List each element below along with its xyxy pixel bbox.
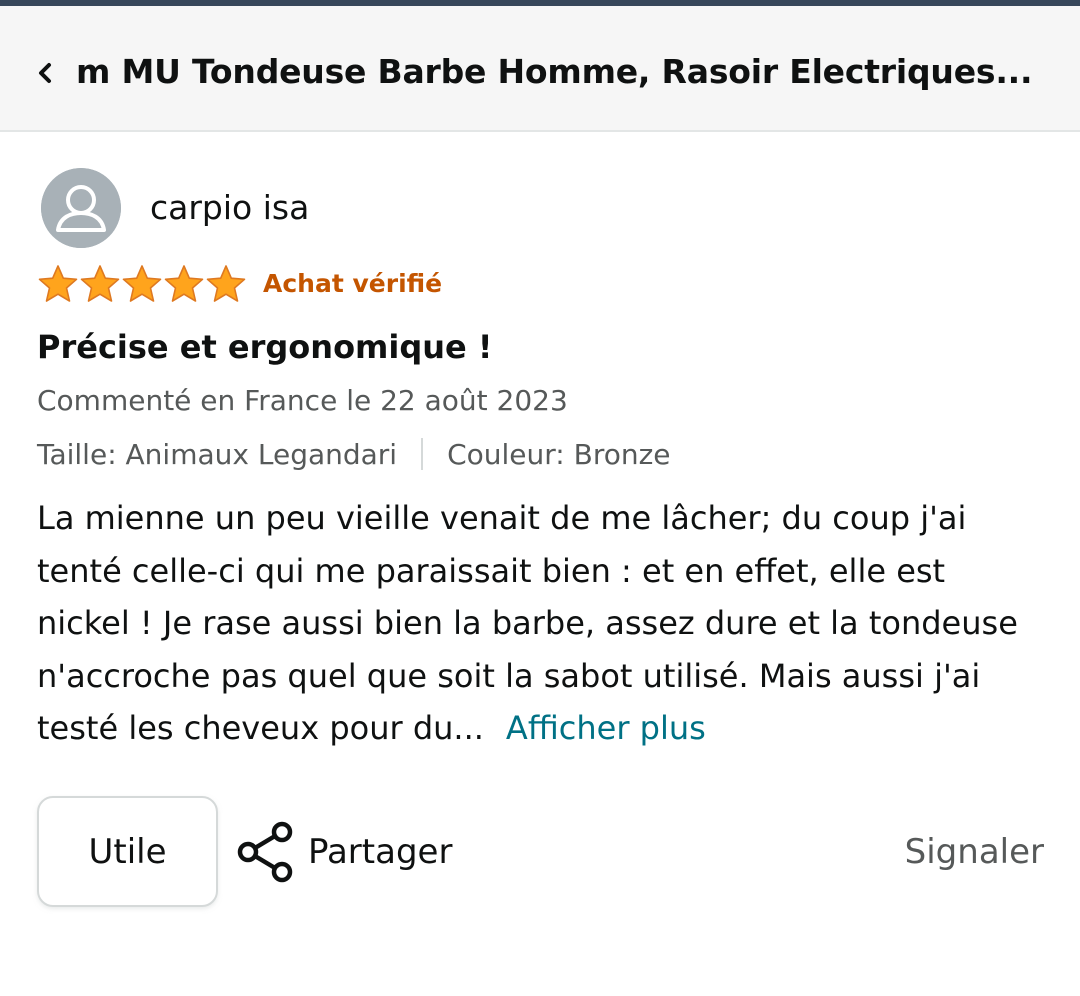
review-body: La mienne un peu vieille venait de me lâ… (37, 492, 1047, 755)
user-avatar-icon (41, 168, 121, 248)
chevron-left-icon (39, 63, 51, 83)
variant-divider (421, 438, 424, 470)
star-icon (163, 263, 205, 305)
star-icon (205, 263, 247, 305)
helpful-button[interactable]: Utile (37, 796, 218, 907)
share-icon (237, 821, 293, 883)
report-link[interactable]: Signaler (905, 826, 1044, 878)
review-title: Précise et ergonomique ! (37, 328, 493, 366)
back-button[interactable] (30, 52, 60, 92)
verified-purchase-badge: Achat vérifié (263, 269, 443, 298)
page-header: m MU Tondeuse Barbe Homme, Rasoir Electr… (0, 6, 1080, 132)
reviewer-name[interactable]: carpio isa (150, 186, 309, 230)
show-more-link[interactable]: Afficher plus (506, 709, 706, 747)
star-rating (37, 263, 247, 305)
share-button[interactable]: Partager (236, 820, 452, 884)
share-label: Partager (308, 832, 453, 872)
review-date: Commenté en France le 22 août 2023 (37, 384, 568, 417)
star-icon (121, 263, 163, 305)
star-icon (79, 263, 121, 305)
variant-color: Couleur: Bronze (447, 437, 671, 471)
variant-size: Taille: Animaux Legandari (37, 437, 398, 471)
star-icon (37, 263, 79, 305)
product-variant: Taille: Animaux Legandari Couleur: Bronz… (37, 432, 671, 476)
product-title[interactable]: m MU Tondeuse Barbe Homme, Rasoir Electr… (76, 46, 1056, 98)
